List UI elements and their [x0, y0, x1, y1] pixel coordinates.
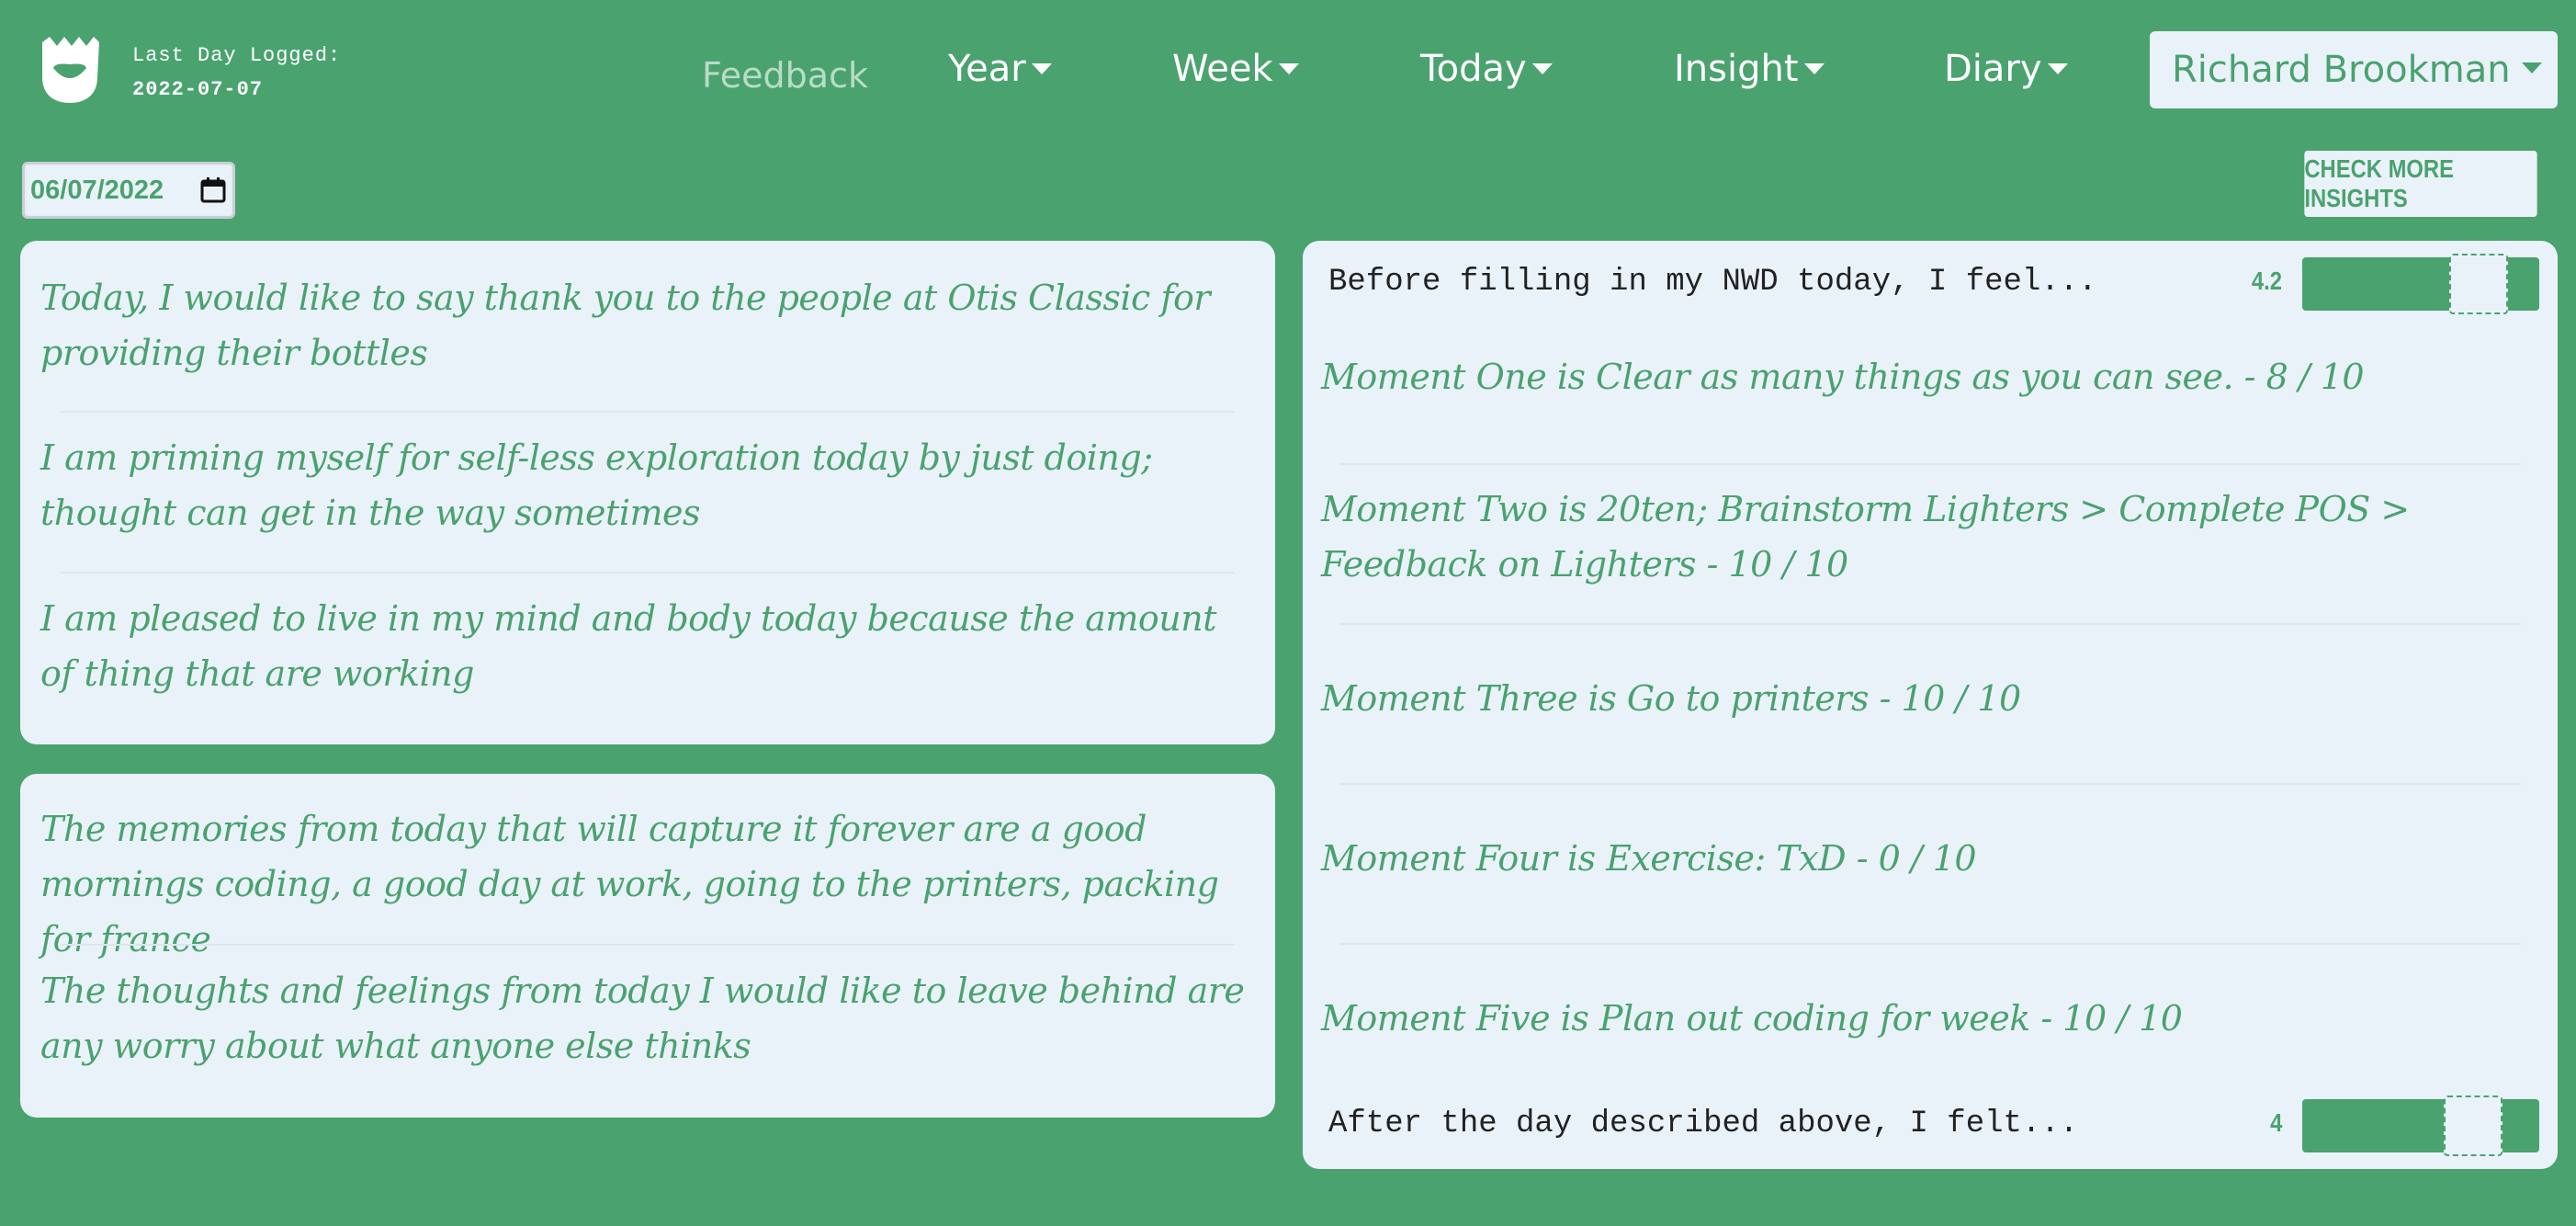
gratitude-card: Today, I would like to say thank you to … [20, 241, 1275, 744]
last-logged-label: Last Day Logged: [132, 44, 342, 67]
chevron-down-icon [1803, 63, 1825, 74]
divider [61, 944, 1235, 946]
reflection-entry: The thoughts and feelings from today I w… [40, 971, 1245, 1066]
nav-today-label: Today [1420, 48, 1527, 90]
top-navbar: Last Day Logged: 2022-07-07 Feedback Yea… [0, 0, 2576, 147]
nav-feedback-link[interactable]: Feedback [702, 55, 868, 96]
last-logged-date: 2022-07-07 [132, 78, 264, 101]
nav-diary-dropdown[interactable]: Diary [1944, 48, 2068, 90]
date-value: 06/07/2022 [30, 175, 164, 205]
after-feeling-label: After the day described above, I felt... [1328, 1107, 2079, 1141]
chevron-down-icon [2521, 62, 2542, 74]
app-logo-icon[interactable] [37, 35, 103, 105]
chevron-down-icon [1031, 63, 1052, 74]
calendar-icon[interactable] [199, 176, 227, 204]
before-feeling-value: 4.2 [2251, 267, 2283, 295]
moment-four: Moment Four is Exercise: TxD - 0 / 10 [1321, 838, 1977, 879]
reflections-card: The memories from today that will captur… [20, 774, 1275, 1118]
nav-insight-label: Insight [1674, 48, 1799, 90]
reflection-entry: The memories from today that will captur… [40, 809, 1219, 959]
nav-year-dropdown[interactable]: Year [948, 48, 1052, 90]
slider-handle[interactable] [2449, 254, 2508, 314]
divider [1339, 943, 2521, 945]
gratitude-entry: Today, I would like to say thank you to … [40, 278, 1211, 373]
chevron-down-icon [2047, 63, 2068, 74]
slider-handle[interactable] [2444, 1095, 2503, 1156]
moment-two: Moment Two is 20ten; Brainstorm Lighters… [1321, 489, 2410, 585]
moment-one: Moment One is Clear as many things as yo… [1321, 357, 2365, 397]
user-menu-button[interactable]: Richard Brookman [2150, 31, 2558, 108]
before-feeling-slider[interactable] [2302, 254, 2539, 314]
after-feeling-value: 4 [2270, 1108, 2283, 1137]
divider [61, 411, 1235, 413]
moments-card: Before filling in my NWD today, I feel..… [1303, 241, 2558, 1169]
chevron-down-icon [1278, 63, 1299, 74]
after-feeling-slider[interactable] [2302, 1095, 2539, 1156]
before-feeling-label: Before filling in my NWD today, I feel..… [1328, 265, 2097, 300]
gratitude-entry: I am pleased to live in my mind and body… [40, 598, 1216, 694]
gratitude-entry: I am priming myself for self-less explor… [40, 437, 1153, 533]
nav-today-dropdown[interactable]: Today [1420, 48, 1553, 90]
divider [61, 572, 1235, 573]
nav-week-label: Week [1172, 48, 1273, 90]
last-logged-block: Last Day Logged: 2022-07-07 [132, 44, 341, 101]
divider [1339, 623, 2521, 625]
moment-five: Moment Five is Plan out coding for week … [1321, 998, 2183, 1039]
user-name: Richard Brookman [2172, 49, 2511, 91]
check-more-insights-button[interactable]: CHECK MORE INSIGHTS [2304, 151, 2537, 217]
nav-diary-label: Diary [1944, 48, 2042, 90]
nav-year-label: Year [948, 48, 1026, 90]
divider [1339, 783, 2521, 785]
date-picker-input[interactable]: 06/07/2022 [22, 162, 235, 219]
nav-insight-dropdown[interactable]: Insight [1674, 48, 1825, 90]
nav-week-dropdown[interactable]: Week [1172, 48, 1299, 90]
chevron-down-icon [1531, 63, 1553, 74]
divider [1339, 463, 2521, 465]
moment-three: Moment Three is Go to printers - 10 / 10 [1321, 678, 2021, 719]
